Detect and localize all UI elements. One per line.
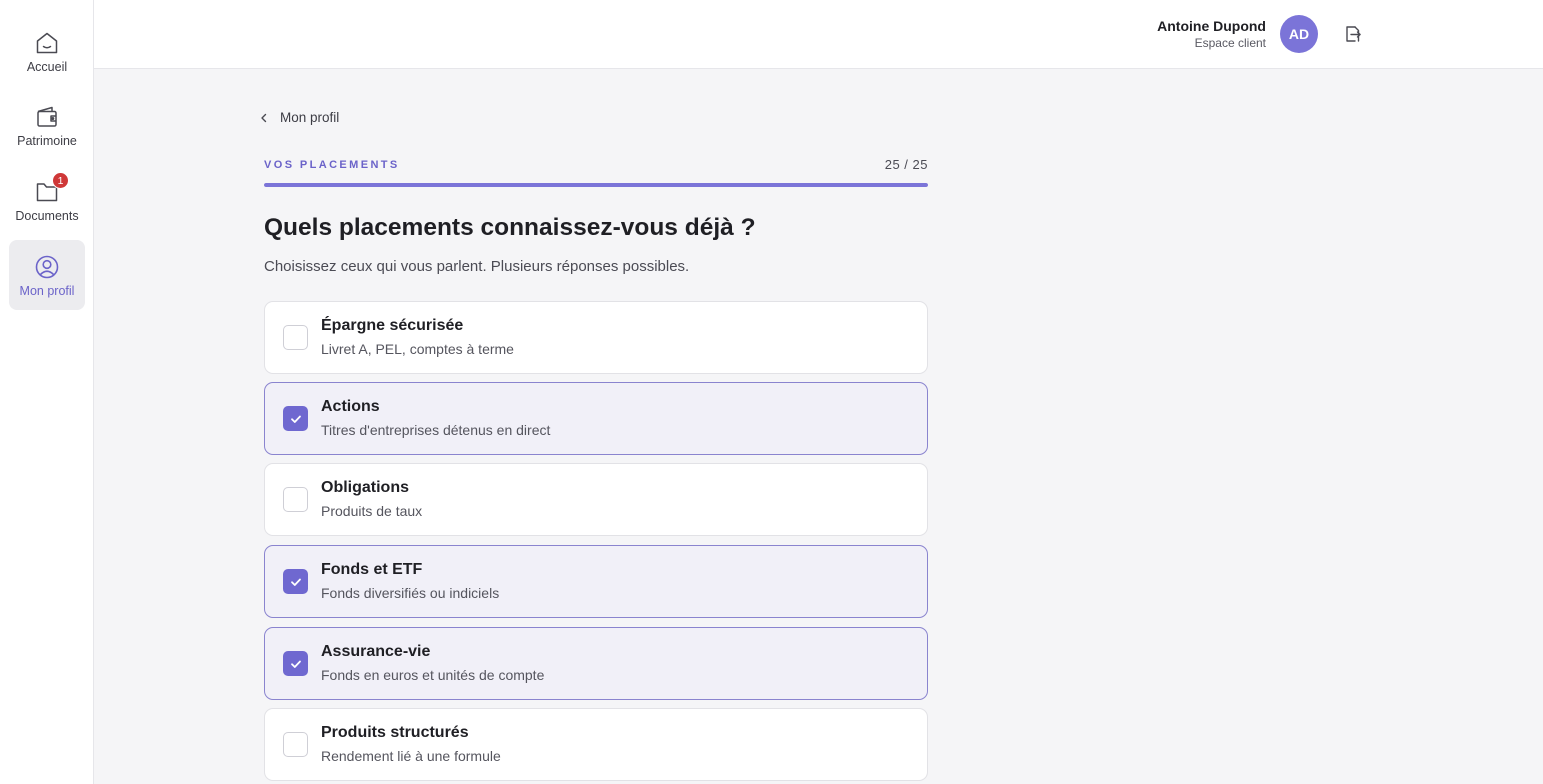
sidebar-item-label: Documents (15, 209, 79, 223)
option-checkbox[interactable] (283, 406, 308, 431)
option-card[interactable]: Actions Titres d'entreprises détenus en d… (264, 382, 928, 455)
check-icon (290, 578, 301, 586)
option-checkbox[interactable] (283, 569, 308, 594)
sidebar-item-profile[interactable]: Mon profil (9, 240, 85, 310)
option-checkbox[interactable] (283, 651, 308, 676)
sidebar-item-label: Mon profil (19, 284, 75, 298)
sidebar-item-home[interactable]: Accueil (9, 16, 85, 86)
option-card[interactable]: Obligations Produits de taux (264, 463, 928, 536)
user-name: Antoine Dupond (1157, 18, 1266, 34)
option-card[interactable]: Produits structurés Rendement lié à une f… (264, 708, 928, 781)
option-title: Actions (321, 398, 380, 415)
wallet-icon (37, 106, 57, 127)
option-title: Produits structurés (321, 724, 469, 741)
question-hint: Choisissez ceux qui vous parlent. Plusie… (264, 258, 690, 275)
sidebar-item-patrimoine[interactable]: Patrimoine (9, 90, 85, 160)
user-role: Espace client (1194, 36, 1266, 50)
option-checkbox[interactable] (283, 732, 308, 757)
option-subtitle: Livret A, PEL, comptes à terme (321, 341, 514, 357)
section-label: VOS PLACEMENTS (264, 159, 400, 171)
progress-fill (264, 183, 928, 187)
sidebar-item-label: Patrimoine (17, 134, 77, 148)
option-checkbox[interactable] (283, 325, 308, 350)
check-icon (290, 415, 301, 423)
folder-icon-wrapper: 1 (34, 172, 69, 205)
home-icon (36, 32, 58, 54)
option-card[interactable]: Épargne sécurisée Livret A, PEL, comptes … (264, 301, 928, 374)
option-subtitle: Titres d'entreprises détenus en direct (321, 422, 551, 438)
option-subtitle: Fonds en euros et unités de compte (321, 667, 545, 683)
option-checkbox[interactable] (283, 487, 308, 512)
progress-bar (264, 183, 928, 187)
option-title: Assurance-vie (321, 643, 431, 660)
step-counter: 25 / 25 (884, 157, 928, 172)
top-bar: Antoine Dupond Espace client AD (94, 0, 1543, 69)
documents-badge: 1 (52, 172, 69, 189)
option-title: Fonds et ETF (321, 561, 423, 578)
option-card[interactable]: Assurance-vie Fonds en euros et unités de… (264, 627, 928, 700)
option-title: Épargne sécurisée (321, 317, 464, 334)
user-info: Antoine Dupond Espace client (1157, 17, 1266, 51)
user-circle-icon (35, 255, 59, 279)
sidebar: Accueil Patrimoine 1 Documents Mon profi… (0, 0, 94, 784)
option-subtitle: Produits de taux (321, 503, 423, 519)
option-subtitle: Fonds diversifiés ou indiciels (321, 585, 500, 601)
avatar[interactable]: AD (1280, 15, 1318, 53)
logout-icon[interactable] (1343, 24, 1363, 44)
back-link-label: Mon profil (280, 110, 340, 125)
check-icon (290, 660, 301, 668)
chevron-left-icon (261, 113, 267, 122)
option-card[interactable]: Fonds et ETF Fonds diversifiés ou indicie… (264, 545, 928, 618)
sidebar-item-documents[interactable]: 1 Documents (9, 165, 85, 235)
option-subtitle: Rendement lié à une formule (321, 748, 501, 764)
option-title: Obligations (321, 479, 409, 496)
question-title: Quels placements connaissez-vous déjà ? (264, 214, 756, 241)
back-link[interactable]: Mon profil (258, 110, 339, 125)
sidebar-item-label: Accueil (26, 60, 68, 74)
